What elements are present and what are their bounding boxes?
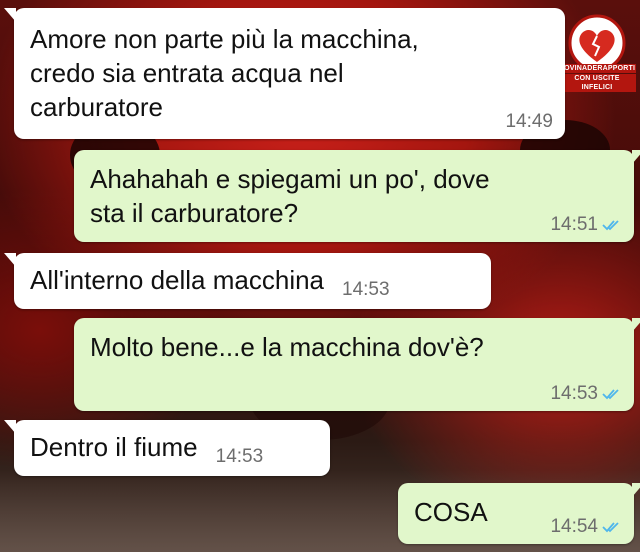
message-text: Molto bene...e la macchina dov'è? (90, 332, 484, 362)
message-time: 14:49 (505, 111, 553, 132)
bubble-tail (4, 420, 16, 434)
message-time: 14:53 (550, 383, 598, 404)
read-double-check-icon (602, 520, 622, 534)
message-text: All'interno della macchina (30, 265, 325, 295)
message-bubble-outgoing[interactable]: Ahahahah e spiegami un po', dove sta il … (74, 150, 640, 242)
message-bubble-incoming[interactable]: Dentro il fiume 14:53 (4, 420, 330, 476)
message-text: Dentro il fiume (30, 432, 198, 462)
message-meta: 14:54 (550, 516, 622, 538)
message-time: 14:53 (342, 279, 390, 300)
message-time: 14:51 (550, 214, 598, 235)
bubble-tail (632, 483, 640, 497)
message-meta: 14:49 (505, 111, 553, 133)
bubble-tail (4, 253, 16, 267)
message-meta: 14:53 (550, 383, 622, 405)
bubble-tail (632, 318, 640, 332)
message-time: 14:53 (215, 446, 264, 467)
bubble-tail (4, 8, 16, 22)
read-double-check-icon (602, 218, 622, 232)
watermark-line-2: CON USCITE INFELICI (558, 74, 636, 92)
watermark-line-1: ROVINADERAPPORTI (558, 64, 636, 73)
read-double-check-icon (602, 387, 622, 401)
message-bubble-outgoing[interactable]: Molto bene...e la macchina dov'è? 14:53 (74, 318, 640, 411)
message-meta: 14:51 (550, 214, 622, 236)
message-text: Amore non parte più la macchina, credo s… (30, 24, 419, 122)
message-bubble-incoming[interactable]: Amore non parte più la macchina, credo s… (4, 8, 565, 139)
message-bubble-incoming[interactable]: All'interno della macchina 14:53 (4, 253, 491, 309)
bubble-tail (632, 150, 640, 164)
watermark-logo: ROVINADERAPPORTI CON USCITE INFELICI (558, 14, 636, 94)
message-bubble-outgoing[interactable]: COSA 14:54 (398, 483, 640, 544)
message-text: Ahahahah e spiegami un po', dove sta il … (90, 164, 490, 228)
message-time: 14:54 (550, 516, 598, 537)
